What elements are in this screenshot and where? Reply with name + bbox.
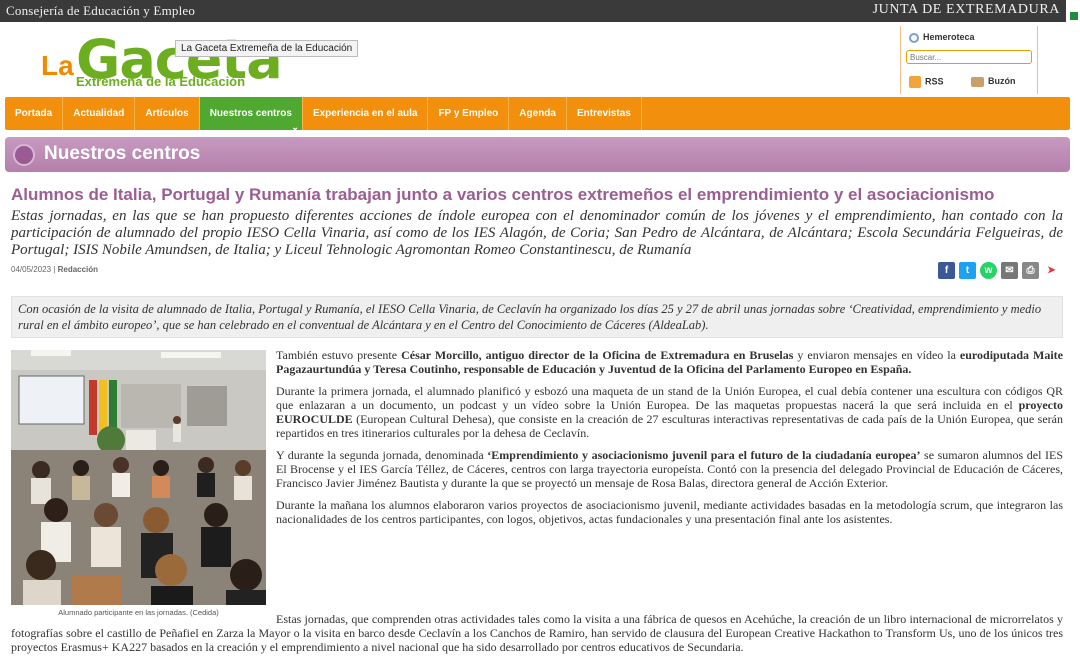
logo-subtitle: Extremeña de la Educación: [76, 74, 246, 89]
p1-text-c: y enviaron mensajes en vídeo la: [793, 348, 960, 362]
section-banner: Nuestros centros: [5, 137, 1070, 172]
article-photo[interactable]: [11, 350, 266, 605]
site-logo[interactable]: La Gaceta Extremeña de la Educación: [40, 28, 340, 98]
email-icon[interactable]: ✉: [1001, 262, 1018, 279]
nav-item-nuestros-centros[interactable]: Nuestros centros: [199, 97, 303, 132]
body-paragraph: También estuvo presente César Morcillo, …: [276, 348, 1063, 376]
article-date: 04/05/2023: [11, 265, 52, 274]
body-paragraph: Durante la mañana los alumnos elaboraron…: [276, 498, 1063, 526]
print-icon[interactable]: ⎙: [1022, 262, 1039, 279]
nav-item-experiencia-aula[interactable]: Experiencia en el aula: [303, 97, 429, 130]
p2-text-a: Durante la primera jornada, el alumnado …: [276, 384, 1063, 412]
whatsapp-icon[interactable]: w: [980, 262, 997, 279]
logo-la: La: [41, 50, 74, 81]
article-meta: 04/05/2023 | Redacción: [11, 265, 98, 274]
nav-item-actualidad[interactable]: Actualidad: [63, 97, 136, 130]
school-icon: [13, 144, 35, 166]
p3-bold-b: ‘Emprendimiento y asociacionismo juvenil…: [487, 448, 921, 462]
article-body: También estuvo presente César Morcillo, …: [276, 348, 1063, 534]
search-icon: [909, 32, 919, 43]
main-nav: Portada Actualidad Artículos Nuestros ce…: [5, 97, 1070, 132]
rss-link[interactable]: RSS: [909, 76, 944, 88]
logo-tooltip: La Gaceta Extremeña de la Educación: [175, 40, 359, 57]
article-author[interactable]: Redacción: [58, 265, 98, 274]
rss-icon: [909, 76, 921, 88]
article-headline: Alumnos de Italia, Portugal y Rumanía tr…: [11, 185, 995, 204]
rss-label: RSS: [925, 76, 944, 87]
consejeria-link[interactable]: Consejería de Educación y Empleo: [6, 3, 195, 19]
p3-text-a: Y durante la segunda jornada, denominada: [276, 448, 488, 462]
p1-bold-b: César Morcillo, antiguo director de la O…: [401, 348, 794, 362]
section-title: Nuestros centros: [44, 143, 201, 164]
search-input[interactable]: [906, 50, 1032, 64]
nav-item-agenda[interactable]: Agenda: [509, 97, 567, 130]
top-bar: Consejería de Educación y Empleo JUNTA D…: [0, 0, 1080, 22]
nav-item-portada[interactable]: Portada: [5, 97, 64, 130]
body-paragraph: Y durante la segunda jornada, denominada…: [276, 448, 1063, 490]
nav-item-fp-empleo[interactable]: FP y Empleo: [428, 97, 510, 130]
share-bar: f t w ✉ ⎙ ➤: [938, 262, 1060, 279]
p1-text-a: También estuvo presente: [276, 348, 402, 362]
nav-item-entrevistas[interactable]: Entrevistas: [567, 97, 642, 130]
mailbox-icon: [971, 76, 984, 87]
buzon-label: Buzón: [988, 76, 1016, 86]
article-intro: Con ocasión de la visita de alumnado de …: [11, 296, 1063, 338]
corner-mark: [1066, 0, 1080, 22]
article-closing-paragraph: Estas jornadas, que comprenden otras act…: [11, 612, 1063, 654]
header-tools: Hemeroteca RSS Buzón: [900, 26, 1038, 94]
junta-link[interactable]: JUNTA DE EXTREMADURA: [873, 2, 1060, 18]
p2-text-c: (European Cultural Dehesa), que consiste…: [276, 412, 1063, 440]
article-lead: Estas jornadas, en las que se han propue…: [11, 208, 1063, 258]
twitter-icon[interactable]: t: [959, 262, 976, 279]
body-paragraph: Durante la primera jornada, el alumnado …: [276, 384, 1063, 440]
facebook-icon[interactable]: f: [938, 262, 955, 279]
meta-separator: |: [53, 265, 56, 274]
nav-item-articulos[interactable]: Artículos: [135, 97, 200, 130]
hemeroteca-link[interactable]: Hemeroteca: [909, 32, 975, 43]
hemeroteca-label: Hemeroteca: [923, 32, 975, 42]
buzon-link[interactable]: Buzón: [971, 76, 1016, 87]
photo-illustration: [11, 350, 266, 605]
pdf-icon[interactable]: ➤: [1043, 262, 1060, 279]
